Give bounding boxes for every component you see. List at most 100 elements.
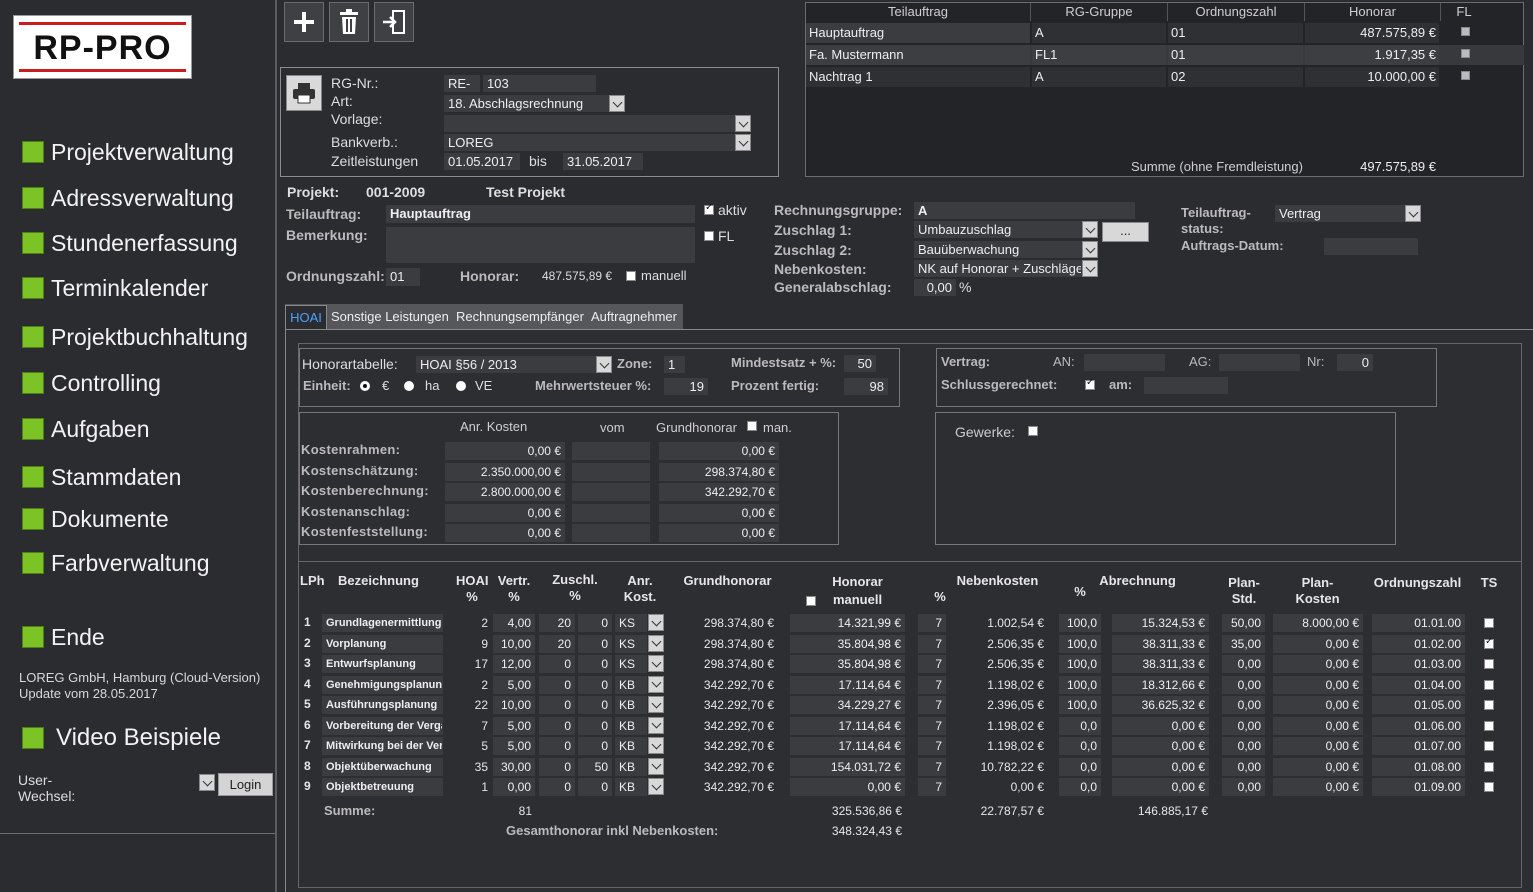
einheit-ha-radio[interactable] (404, 381, 414, 391)
lph-honorar-field[interactable]: 154.031,72 € (790, 757, 905, 776)
lph-vertr-field[interactable]: 5,00 (493, 737, 535, 755)
cost-anr-field[interactable]: 2.800.000,00 € (445, 483, 565, 501)
nav-projektverwaltung[interactable]: Projektverwaltung (22, 139, 234, 165)
tabelle-dropdown[interactable] (596, 356, 612, 373)
cost-anr-field[interactable]: 0,00 € (445, 524, 565, 542)
rg-prefix-field[interactable]: RE- (444, 75, 480, 92)
mwst-field[interactable]: 19 (664, 378, 708, 395)
lph-ordnungszahl-field[interactable]: 01.08.00 (1372, 757, 1465, 776)
lph-pct-field[interactable]: 7 (918, 655, 946, 673)
print-button[interactable] (286, 75, 322, 111)
nav-controlling[interactable]: Controlling (22, 370, 161, 396)
status-select[interactable]: Vertrag (1275, 205, 1405, 222)
cost-grund-field[interactable]: 0,00 € (659, 524, 779, 542)
lph-pct2-field[interactable]: 0,0 (1059, 716, 1101, 735)
lph-zuschlag1-field[interactable]: 0 (539, 757, 575, 776)
zeit-to-field[interactable]: 31.05.2017 (563, 153, 643, 170)
lph-plan-kosten-field[interactable]: 0,00 € (1273, 716, 1363, 735)
lph-bezeichnung[interactable]: Vorplanung (322, 634, 443, 653)
delete-button[interactable] (329, 2, 369, 42)
nav-farbverwaltung[interactable]: Farbverwaltung (22, 550, 210, 576)
tab-rechnungsempfaenger[interactable]: Rechnungsempfänger (456, 305, 584, 329)
cost-anr-field[interactable]: 0,00 € (445, 442, 565, 460)
bank-select[interactable]: LOREG (444, 134, 735, 151)
lph-bezeichnung[interactable]: Objektüberwachung (322, 757, 443, 776)
honorar-manual-checkbox[interactable] (806, 596, 816, 606)
einheit-euro-radio[interactable] (360, 381, 370, 391)
lph-kost-dropdown[interactable] (648, 655, 664, 672)
lph-pct2-field[interactable]: 100,0 (1059, 655, 1101, 673)
lph-vertr-field[interactable]: 10,00 (493, 696, 535, 714)
lph-vertr-field[interactable]: 0,00 (493, 778, 535, 796)
lph-honorar-field[interactable]: 17.114,64 € (790, 737, 905, 755)
lph-honorar-field[interactable]: 14.321,99 € (790, 614, 905, 632)
cost-manual-checkbox[interactable] (747, 421, 757, 431)
nav-terminkalender[interactable]: Terminkalender (22, 275, 208, 301)
lph-zuschlag1-field[interactable]: 0 (539, 716, 575, 735)
lph-plan-std-field[interactable]: 0,00 (1222, 655, 1265, 673)
tabelle-select[interactable]: HOAI §56 / 2013 (416, 356, 596, 373)
lph-ordnungszahl-field[interactable]: 01.02.00 (1372, 634, 1465, 653)
more-button[interactable]: ... (1102, 222, 1149, 242)
lph-plan-std-field[interactable]: 0,00 (1222, 737, 1265, 755)
lph-plan-kosten-field[interactable]: 0,00 € (1273, 696, 1363, 714)
lph-plan-std-field[interactable]: 50,00 (1222, 614, 1265, 632)
lph-plan-std-field[interactable]: 0,00 (1222, 675, 1265, 694)
lph-pct-field[interactable]: 7 (918, 675, 946, 694)
lph-zuschlag1-field[interactable]: 0 (539, 778, 575, 796)
lph-zuschlag1-field[interactable]: 0 (539, 737, 575, 755)
nav-dokumente[interactable]: Dokumente (22, 506, 169, 532)
teil-field[interactable]: Hauptauftrag (386, 205, 695, 223)
lph-abrechnung-field[interactable]: 36.625,32 € (1112, 696, 1209, 714)
nav-aufgaben[interactable]: Aufgaben (22, 416, 149, 442)
lph-kost-dropdown[interactable] (648, 716, 664, 734)
lph-zuschlag1-field[interactable]: 20 (539, 634, 575, 653)
lph-honorar-field[interactable]: 35.804,98 € (790, 634, 905, 653)
user-dropdown[interactable] (199, 774, 215, 791)
lph-ts-checkbox[interactable] (1484, 741, 1494, 751)
zuschlag2-select[interactable]: Bauüberwachung (914, 241, 1082, 258)
zuschlag1-select[interactable]: Umbauzuschlag (914, 221, 1082, 238)
zuschlag1-dropdown[interactable] (1082, 221, 1098, 238)
lph-zuschlag2-field[interactable]: 0 (578, 655, 612, 673)
lph-zuschlag1-field[interactable]: 0 (539, 675, 575, 694)
schluss-checkbox[interactable] (1085, 377, 1095, 390)
vorlage-select[interactable] (444, 115, 735, 132)
lph-vertr-field[interactable]: 12,00 (493, 655, 535, 673)
lph-abrechnung-field[interactable]: 38.311,33 € (1112, 634, 1209, 653)
lph-zuschlag1-field[interactable]: 0 (539, 696, 575, 714)
rg-gruppe-field[interactable]: A (914, 202, 1135, 219)
lph-kost-select[interactable]: KB (615, 696, 647, 714)
zeit-from-field[interactable]: 01.05.2017 (444, 153, 520, 170)
lph-ts-checkbox[interactable] (1484, 700, 1494, 710)
lph-honorar-field[interactable]: 17.114,64 € (790, 675, 905, 694)
lph-ts-checkbox[interactable] (1484, 720, 1494, 731)
teil-fl-checkbox[interactable] (1461, 27, 1470, 36)
art-dropdown[interactable] (609, 95, 625, 112)
vorlage-dropdown[interactable] (735, 115, 751, 132)
nav-projektbuchhaltung[interactable]: Projektbuchhaltung (22, 324, 248, 350)
cost-vom-field[interactable] (572, 462, 650, 481)
lph-kost-select[interactable]: KB (615, 778, 647, 796)
cost-vom-field[interactable] (572, 442, 650, 460)
lph-pct-field[interactable]: 7 (918, 737, 946, 755)
lph-zuschlag1-field[interactable]: 20 (539, 614, 575, 632)
nav-video-beispiele[interactable]: Video Beispiele (22, 724, 221, 751)
nav-stundenerfassung[interactable]: Stundenerfassung (22, 230, 238, 256)
status-dropdown[interactable] (1405, 205, 1421, 222)
teil-fl-checkbox[interactable] (1461, 71, 1470, 80)
cost-vom-field[interactable] (572, 524, 650, 542)
lph-abrechnung-field[interactable]: 0,00 € (1112, 716, 1209, 735)
tab-sonstige[interactable]: Sonstige Leistungen (331, 305, 449, 329)
lph-plan-std-field[interactable]: 0,00 (1222, 696, 1265, 714)
lph-plan-kosten-field[interactable]: 0,00 € (1273, 778, 1363, 796)
lph-pct-field[interactable]: 7 (918, 757, 946, 776)
lph-pct-field[interactable]: 7 (918, 778, 946, 796)
lph-abrechnung-field[interactable]: 0,00 € (1112, 778, 1209, 796)
lph-pct2-field[interactable]: 100,0 (1059, 634, 1101, 653)
general-field[interactable]: 0,00 (914, 279, 956, 296)
lph-zuschlag2-field[interactable]: 0 (578, 716, 612, 735)
cost-grund-field[interactable]: 298.374,80 € (659, 462, 779, 481)
lph-plan-kosten-field[interactable]: 0,00 € (1273, 655, 1363, 673)
lph-ordnungszahl-field[interactable]: 01.01.00 (1372, 614, 1465, 632)
